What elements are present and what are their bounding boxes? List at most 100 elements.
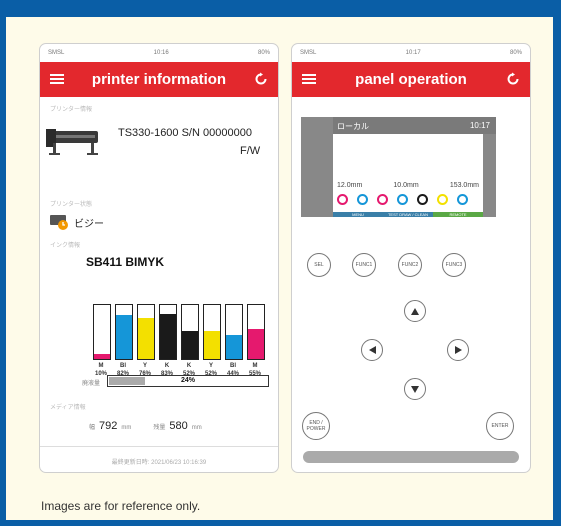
lcd-ink-icon — [337, 194, 348, 205]
firmware-label: F/W — [240, 145, 261, 157]
app-bar: panel operation — [292, 62, 530, 97]
lcd-ink-icon — [397, 194, 408, 205]
ink-level-fill — [116, 314, 132, 359]
media-length-unit: mm — [191, 425, 202, 431]
right-arrow-button[interactable] — [447, 339, 469, 361]
ink-cartridge — [115, 304, 133, 360]
func2-button[interactable]: FUNC2 — [398, 253, 422, 277]
lcd-key-menu: MENU — [333, 212, 383, 217]
ink-level-fill — [138, 317, 154, 359]
page-title: printer information — [91, 71, 227, 88]
battery: 80% — [509, 50, 522, 56]
battery: 80% — [257, 50, 270, 56]
enter-button[interactable]: ENTER — [486, 412, 514, 440]
lcd-key-remote: REMOTE — [433, 212, 483, 217]
ink-cartridge — [247, 304, 265, 360]
end-power-button[interactable]: END / POWER — [302, 412, 330, 440]
lcd-value: 153.0mm — [449, 182, 479, 189]
ink-cartridge — [203, 304, 221, 360]
ink-level-fill — [248, 329, 264, 359]
ink-level-fill — [204, 330, 220, 359]
media-width-label: 幅 — [89, 425, 96, 431]
media-width-unit: mm — [121, 425, 132, 431]
ink-level-fill — [226, 335, 242, 359]
printer-icon — [46, 129, 98, 155]
menu-icon[interactable] — [50, 72, 64, 86]
ink-color-name: Y — [142, 363, 147, 369]
ink-color-name: K — [186, 363, 192, 369]
page-title: panel operation — [355, 71, 467, 88]
status-bar: SMSL 10:16 80% — [40, 44, 278, 62]
section-media: メディア情報 — [50, 405, 86, 411]
lcd-ink-icon — [377, 194, 388, 205]
lcd-ink-icon — [437, 194, 448, 205]
printer-model: TS330-1600 S/N 00000000 — [118, 127, 252, 139]
media-info: 幅 792 mm 残量 580 mm — [89, 420, 202, 432]
up-arrow-button[interactable] — [404, 300, 426, 322]
content-frame: SMSL 10:16 80% printer information プリンター… — [6, 17, 553, 520]
sel-button[interactable]: SEL — [307, 253, 331, 277]
arrow-left-icon — [368, 346, 376, 354]
func1-button[interactable]: FUNC1 — [352, 253, 376, 277]
lcd-value: 10.0mm — [393, 182, 419, 189]
ink-color-name: Bl — [230, 363, 236, 369]
waste-ink-bar: 24% — [107, 375, 269, 387]
lcd-value: 12.0mm — [337, 182, 363, 189]
phone-panel-operation: SMSL 10:17 80% panel operation ローカル 10:1… — [291, 43, 531, 473]
refresh-icon[interactable] — [254, 72, 268, 86]
section-status: プリンター状態 — [50, 202, 93, 208]
down-arrow-button[interactable] — [404, 378, 426, 400]
media-length: 580 — [169, 420, 188, 432]
lcd-header: ローカル 10:17 — [333, 117, 496, 134]
clock: 10:16 — [153, 50, 169, 56]
lcd-ink-icon — [417, 194, 428, 205]
section-ink: インク情報 — [50, 243, 81, 249]
func3-button[interactable]: FUNC3 — [442, 253, 466, 277]
ink-color-name: K — [164, 363, 170, 369]
carrier: SMSL — [48, 50, 65, 56]
status-text: ビジー — [74, 219, 104, 230]
caption: Images are for reference only. — [41, 499, 201, 513]
footer-divider — [40, 446, 278, 447]
ink-color-name: Y — [208, 363, 213, 369]
ink-set-label: SB411 BIMYK — [86, 255, 165, 269]
ink-color-name: M — [98, 363, 104, 369]
ink-level-fill — [160, 314, 176, 359]
last-updated: 最終更新日時: 2021/06/23 10:16:39 — [111, 460, 207, 466]
refresh-icon[interactable] — [506, 72, 520, 86]
section-printer: プリンター情報 — [50, 107, 93, 113]
waste-ink-value: 24% — [180, 377, 195, 384]
bottom-bar — [303, 451, 519, 463]
ink-cartridge — [93, 304, 111, 360]
status-bar: SMSL 10:17 80% — [292, 44, 530, 62]
lcd-function-keys: MENU TEST DRAW / CLEAN REMOTE — [333, 212, 483, 217]
busy-status-icon — [50, 215, 68, 230]
ink-cartridge — [225, 304, 243, 360]
ink-level-fill — [94, 353, 110, 359]
arrow-up-icon — [411, 307, 419, 315]
ink-color-name: M — [252, 363, 258, 369]
arrow-down-icon — [411, 385, 419, 393]
ink-level-fill — [182, 330, 198, 359]
lcd-ink-icon — [457, 194, 468, 205]
ink-cartridge — [137, 304, 155, 360]
media-length-label: 残量 — [153, 425, 166, 431]
clock: 10:17 — [405, 50, 421, 56]
menu-icon[interactable] — [302, 72, 316, 86]
app-bar: printer information — [40, 62, 278, 97]
lcd-ink-icon — [357, 194, 368, 205]
ink-cartridge — [181, 304, 199, 360]
panel-display: ローカル 10:17 12.0mm 10.0mm 153.0mm MENU TE… — [301, 117, 496, 217]
media-width: 792 — [99, 420, 118, 432]
lcd-key-test-draw: TEST DRAW / CLEAN — [383, 212, 433, 217]
lcd-mode: ローカル — [337, 122, 369, 131]
arrow-right-icon — [454, 346, 462, 354]
lcd-ink-icons — [336, 194, 486, 206]
carrier: SMSL — [300, 50, 317, 56]
lcd-time: 10:17 — [469, 121, 490, 130]
ink-cartridge — [159, 304, 177, 360]
lcd-values: 12.0mm 10.0mm 153.0mm — [337, 182, 479, 189]
phone-printer-information: SMSL 10:16 80% printer information プリンター… — [39, 43, 279, 473]
lcd-screen: 12.0mm 10.0mm 153.0mm — [333, 134, 483, 212]
left-arrow-button[interactable] — [361, 339, 383, 361]
